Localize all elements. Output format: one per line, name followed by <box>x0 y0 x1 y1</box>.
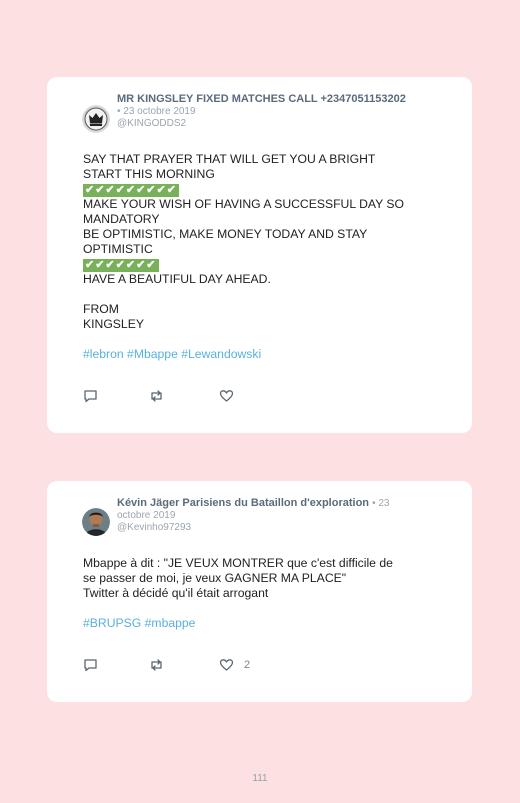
tweet-line: se passer de moi, je veux GAGNER MA PLAC… <box>83 571 347 585</box>
tweet-line: Mbappe à dit : "JE VEUX MONTRER que c'es… <box>83 556 393 570</box>
author-name[interactable]: Kévin Jäger Parisiens du Bataillon d'exp… <box>117 497 369 509</box>
heart-icon <box>219 659 234 671</box>
tweet-line: KINGSLEY <box>83 317 144 331</box>
tweet-text: SAY THAT PRAYER THAT WILL GET YOU A BRIG… <box>83 152 446 362</box>
reply-icon <box>84 390 97 403</box>
tweet-line: START THIS MORNING <box>83 167 215 181</box>
reply-button[interactable] <box>83 658 98 672</box>
tweet-card: Kévin Jäger Parisiens du Bataillon d'exp… <box>47 481 472 702</box>
tweet-line <box>83 287 446 302</box>
tweet-text: Mbappe à dit : "JE VEUX MONTRER que c'es… <box>83 556 446 631</box>
like-count: 2 <box>244 659 251 671</box>
tweet-date-continued: octobre 2019 <box>117 510 176 521</box>
tweet-line: HAVE A BEAUTIFUL DAY AHEAD. <box>83 272 271 286</box>
tweet-line: OPTIMISTIC <box>83 242 153 256</box>
like-button[interactable] <box>219 389 244 403</box>
tweet-date: • 23 octobre 2019 <box>117 106 196 117</box>
avatar[interactable] <box>82 508 110 536</box>
tweet-line <box>83 601 446 616</box>
tweet-line: Twitter à décidé qu'il était arrogant <box>83 586 269 600</box>
tweet-line: BE OPTIMISTIC, MAKE MONEY TODAY AND STAY <box>83 227 368 241</box>
like-button[interactable]: 2 <box>219 658 250 672</box>
tweet-line: ✔✔✔✔✔✔✔ <box>83 257 446 272</box>
page-number: 111 <box>252 773 268 784</box>
heart-icon <box>219 390 234 402</box>
tweet-line: MANDATORY <box>83 212 160 226</box>
retweet-icon <box>151 390 162 402</box>
author-handle[interactable]: @Kevinho97293 <box>117 522 446 534</box>
tweet-card: MR KINGSLEY FIXED MATCHES CALL +23470511… <box>47 77 472 433</box>
tweet-line: SAY THAT PRAYER THAT WILL GET YOU A BRIG… <box>83 152 376 166</box>
tweet-line <box>83 332 446 347</box>
tweet-header: Kévin Jäger Parisiens du Bataillon d'exp… <box>82 497 446 536</box>
tweet-line: MAKE YOUR WISH OF HAVING A SUCCESSFUL DA… <box>83 197 405 211</box>
tweet-line: ✔✔✔✔✔✔✔✔✔ <box>83 182 446 197</box>
tweet-header: MR KINGSLEY FIXED MATCHES CALL +23470511… <box>82 93 446 133</box>
tweet-date: • 23 <box>372 498 390 509</box>
reply-icon <box>84 659 97 672</box>
retweet-icon <box>151 659 162 671</box>
check-mark-icon: ✔✔✔✔✔✔✔✔✔ <box>83 184 179 197</box>
retweet-button[interactable] <box>149 658 164 672</box>
author-handle[interactable]: @KINGODDS2 <box>117 118 446 130</box>
tweet-line: FROM <box>83 302 119 316</box>
hashtags[interactable]: #lebron #Mbappe #Lewandowski <box>83 347 446 362</box>
reply-button[interactable] <box>83 389 98 403</box>
avatar[interactable] <box>82 105 110 133</box>
hashtags[interactable]: #BRUPSG #mbappe <box>83 616 446 631</box>
check-mark-icon: ✔✔✔✔✔✔✔ <box>83 259 159 272</box>
author-name[interactable]: MR KINGSLEY FIXED MATCHES CALL +23470511… <box>117 93 446 106</box>
retweet-button[interactable] <box>149 389 164 403</box>
